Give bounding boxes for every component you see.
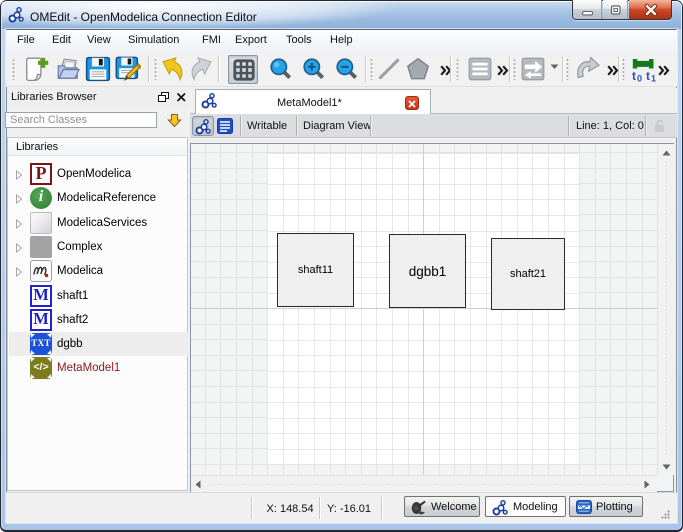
svg-text:0: 0 bbox=[637, 74, 642, 84]
svg-text:1: 1 bbox=[651, 74, 656, 84]
svg-text:t: t bbox=[646, 69, 650, 83]
svg-text:t: t bbox=[632, 69, 636, 83]
